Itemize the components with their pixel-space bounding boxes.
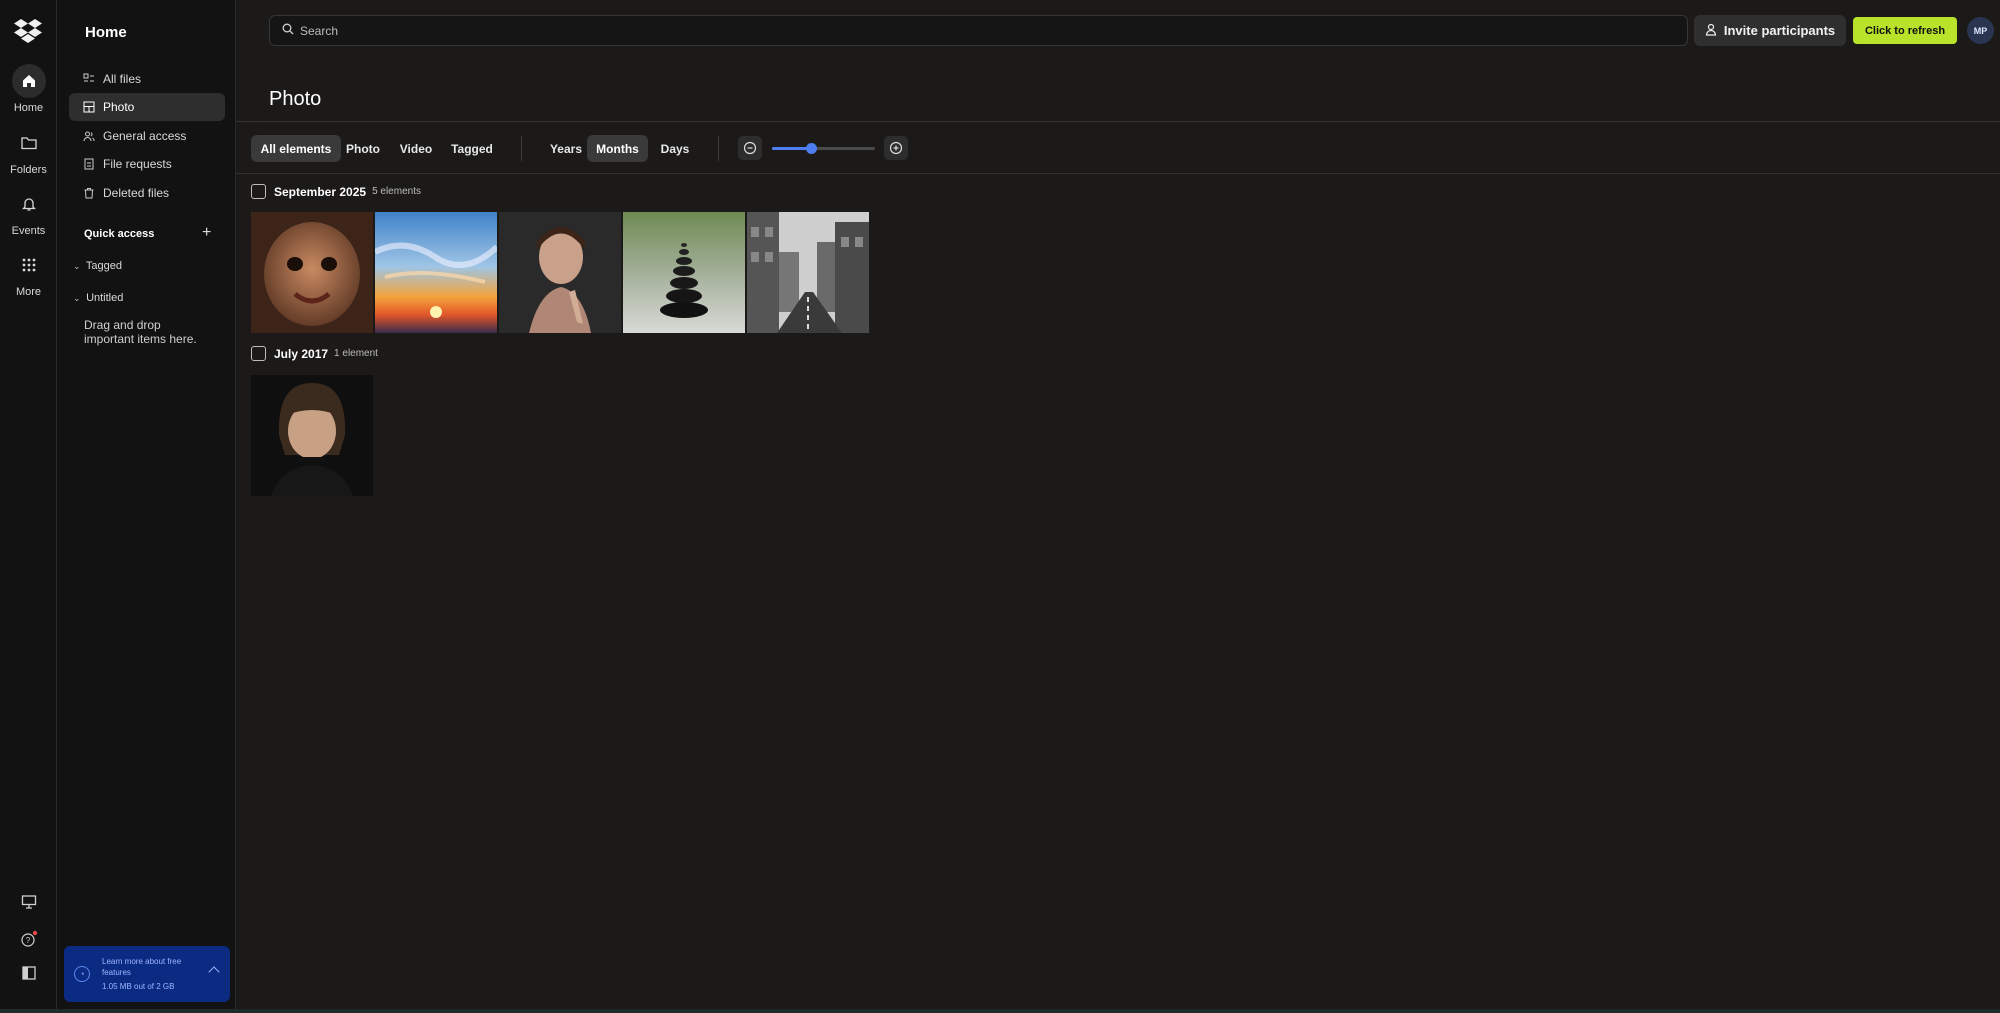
rail-folders[interactable]: Folders	[0, 126, 57, 176]
timescale-months[interactable]: Months	[587, 135, 648, 162]
add-person-icon	[1705, 23, 1718, 39]
quick-access-untitled[interactable]: ⌄ Untitled	[73, 292, 123, 304]
sidebar: Home All files Photo General access File…	[57, 0, 236, 1009]
grid-icon	[12, 248, 46, 282]
filter-divider	[521, 136, 522, 161]
header-divider	[236, 121, 2000, 122]
group-select-checkbox[interactable]	[251, 346, 266, 361]
group-header-july-2017: July 2017 1 element	[251, 346, 378, 361]
bell-icon	[12, 187, 46, 221]
dropbox-logo-icon[interactable]	[14, 17, 42, 43]
timescale-days[interactable]: Days	[657, 135, 693, 162]
zoom-in-button[interactable]	[884, 136, 908, 160]
rail-events-label: Events	[11, 225, 46, 237]
filter-tagged[interactable]: Tagged	[448, 135, 496, 162]
group-title: September 2025	[274, 184, 367, 199]
search-icon	[282, 22, 294, 40]
storage-gauge-icon: ◔	[74, 966, 90, 982]
promo-text: Learn more about free features 1.05 MB o…	[102, 956, 202, 992]
photo-girl-portrait[interactable]	[251, 375, 373, 496]
quick-access-section-label: Untitled	[86, 292, 124, 304]
group-count: 5 elements	[372, 186, 421, 197]
sidebar-item-label: General access	[103, 129, 187, 143]
trash-icon	[83, 187, 95, 199]
group-header-september-2025: September 2025 5 elements	[251, 184, 421, 199]
rail-events[interactable]: Events	[0, 187, 57, 237]
all-files-icon	[83, 73, 95, 85]
storage-promo[interactable]: ◔ Learn more about free features 1.05 MB…	[64, 946, 230, 1002]
shared-icon	[83, 130, 95, 142]
avatar[interactable]: MP	[1967, 17, 1994, 44]
app-window: Home Folders Events More ? Home All file…	[0, 0, 2000, 1013]
sidebar-item-label: All files	[103, 72, 142, 86]
sidebar-item-label: File requests	[103, 157, 172, 171]
rail-home[interactable]: Home	[0, 64, 57, 114]
quick-access-add-icon[interactable]: +	[202, 224, 211, 242]
filter-photo[interactable]: Photo	[343, 135, 383, 162]
sidebar-item-deleted-files[interactable]: Deleted files	[69, 179, 225, 207]
photo-icon	[83, 101, 95, 113]
home-icon	[11, 64, 46, 98]
rail-more[interactable]: More	[0, 248, 57, 298]
search-input[interactable]	[300, 23, 1600, 38]
invite-participants-button[interactable]: Invite participants	[1694, 15, 1846, 46]
sidebar-item-label: Deleted files	[103, 186, 170, 200]
chevron-down-icon: ⌄	[73, 261, 81, 271]
window-bottom-edge	[0, 1009, 2000, 1013]
promo-line1: Learn more about free features	[102, 957, 182, 977]
zoom-out-icon	[743, 141, 757, 155]
folder-icon	[12, 126, 46, 160]
photo-baby-portrait[interactable]	[251, 212, 373, 333]
svg-text:?: ?	[25, 936, 30, 945]
filter-all-elements[interactable]: All elements	[251, 135, 341, 162]
sidebar-item-label: Photo	[103, 100, 135, 114]
promo-line2: 1.05 MB out of 2 GB	[102, 982, 175, 991]
quick-access-title: Quick access	[84, 228, 155, 240]
sidebar-item-photo[interactable]: Photo	[69, 93, 225, 121]
zoom-slider-handle[interactable]	[805, 143, 817, 154]
rail-folders-label: Folders	[10, 164, 47, 176]
quick-access-tagged[interactable]: ⌄ Tagged	[73, 260, 122, 272]
search-bar[interactable]	[269, 15, 1688, 46]
quick-access-section-label: Tagged	[85, 260, 122, 272]
desktop-app-icon[interactable]	[0, 895, 57, 909]
group-select-checkbox[interactable]	[251, 184, 266, 199]
sidebar-title: Home	[85, 24, 127, 41]
group-title: July 2017	[274, 346, 329, 361]
group-count: 1 element	[334, 348, 378, 359]
invite-label: Invite participants	[1723, 23, 1836, 38]
file-request-icon	[83, 158, 95, 170]
sidebar-item-general-access[interactable]: General access	[69, 122, 225, 150]
filter-video[interactable]: Video	[396, 135, 436, 162]
rail-home-label: Home	[13, 102, 44, 114]
refresh-button[interactable]: Click to refresh	[1853, 17, 1957, 44]
sidebar-item-file-requests[interactable]: File requests	[69, 150, 225, 178]
rail-more-label: More	[15, 286, 42, 298]
sidebar-toggle-icon[interactable]	[0, 966, 57, 980]
zoom-in-icon	[889, 141, 903, 155]
photo-stacked-stones[interactable]	[623, 212, 745, 333]
timescale-divider	[718, 136, 719, 161]
photo-woman-portrait[interactable]	[499, 212, 621, 333]
icon-rail: Home Folders Events More ?	[0, 0, 57, 1009]
chevron-down-icon: ⌄	[73, 293, 81, 303]
page-title: Photo	[269, 88, 322, 110]
timescale-years[interactable]: Years	[546, 135, 586, 162]
filter-divider-line	[236, 173, 2000, 174]
chevron-up-icon	[208, 966, 220, 978]
quick-access-hint: Drag and drop important items here.	[84, 318, 197, 346]
photo-sunset-sky[interactable]	[375, 212, 497, 333]
sidebar-item-all-files[interactable]: All files	[69, 65, 225, 93]
photo-city-street-bw[interactable]	[747, 212, 869, 333]
help-icon[interactable]: ?	[0, 930, 57, 948]
zoom-out-button[interactable]	[738, 136, 762, 160]
zoom-slider[interactable]	[772, 143, 875, 154]
